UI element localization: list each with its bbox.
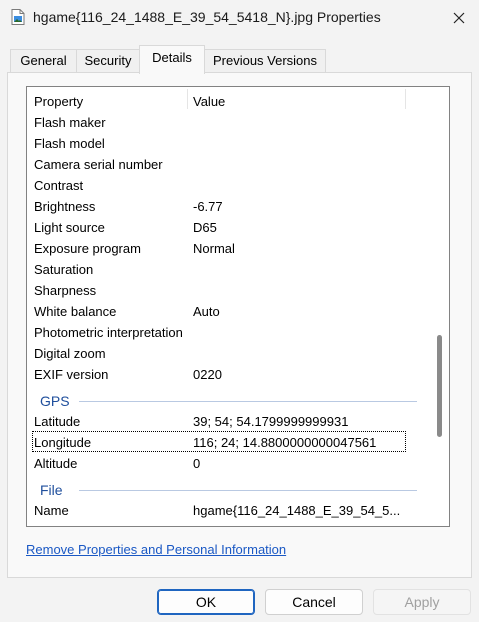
property-row[interactable]: Photometric interpretation [27, 321, 433, 342]
property-row[interactable]: Camera serial number [27, 153, 433, 174]
tab-previous-versions[interactable]: Previous Versions [204, 49, 326, 73]
cancel-button[interactable]: Cancel [265, 589, 363, 615]
tab-general[interactable]: General [10, 49, 77, 73]
tab-strip: General Security Details Previous Versio… [8, 45, 471, 74]
group-label: File [40, 482, 63, 498]
property-value: 0 [193, 456, 201, 471]
apply-button[interactable]: Apply [373, 589, 471, 615]
vertical-scrollbar[interactable] [433, 87, 449, 526]
group-label: GPS [40, 393, 70, 409]
property-value: 0220 [193, 367, 222, 382]
close-icon [453, 12, 464, 24]
close-button[interactable] [438, 0, 479, 36]
property-name: Latitude [34, 414, 81, 429]
property-name: White balance [34, 304, 117, 319]
property-name: Exposure program [34, 241, 141, 256]
group-divider [79, 490, 417, 491]
scrollbar-thumb[interactable] [437, 335, 442, 437]
property-value: 39; 54; 54.1799999999931 [193, 414, 349, 429]
property-row[interactable]: Exposure program Normal [27, 237, 433, 258]
column-divider[interactable] [187, 89, 188, 109]
property-name: Camera serial number [34, 157, 163, 172]
property-name: Flash maker [34, 115, 106, 130]
column-header-value[interactable]: Value [193, 94, 225, 109]
tab-details[interactable]: Details [139, 45, 205, 74]
property-name: Brightness [34, 199, 96, 214]
property-name: Longitude [34, 435, 92, 450]
property-value: -6.77 [193, 199, 223, 214]
property-value: D65 [193, 220, 217, 235]
property-row[interactable]: Sharpness [27, 279, 433, 300]
property-row[interactable]: White balance Auto [27, 300, 433, 321]
tab-security[interactable]: Security [76, 49, 140, 73]
title-bar: hgame{116_24_1488_E_39_54_5418_N}.jpg Pr… [0, 0, 479, 36]
group-header-gps: GPS [27, 388, 433, 412]
property-name: Digital zoom [34, 346, 106, 361]
property-value: Auto [193, 304, 220, 319]
button-bar: OK Cancel Apply [0, 578, 479, 622]
property-name: Flash model [34, 136, 105, 151]
property-row[interactable]: Altitude 0 [27, 452, 433, 473]
remove-properties-link[interactable]: Remove Properties and Personal Informati… [26, 542, 286, 557]
window-title: hgame{116_24_1488_E_39_54_5418_N}.jpg Pr… [33, 9, 381, 25]
property-row[interactable]: Name hgame{116_24_1488_E_39_54_5... [27, 499, 433, 520]
property-row[interactable]: EXIF version 0220 [27, 363, 433, 384]
property-name: Contrast [34, 178, 84, 193]
property-name: Altitude [34, 456, 78, 471]
property-value: Normal [193, 241, 235, 256]
property-row[interactable]: Latitude 39; 54; 54.1799999999931 [27, 410, 433, 431]
property-name: Saturation [34, 262, 94, 277]
property-value: 116; 24; 14.8800000000047561 [193, 435, 377, 450]
list-header: Property Value [27, 87, 433, 109]
property-row[interactable]: Saturation [27, 258, 433, 279]
group-header-file: File [27, 477, 433, 501]
group-divider [79, 401, 417, 402]
column-divider[interactable] [405, 89, 406, 109]
property-value: hgame{116_24_1488_E_39_54_5... [193, 503, 401, 518]
property-name: Light source [34, 220, 105, 235]
property-name: Photometric interpretation [34, 325, 183, 340]
image-file-icon [11, 9, 25, 25]
property-row[interactable]: Brightness -6.77 [27, 195, 433, 216]
property-name: Sharpness [34, 283, 97, 298]
properties-list[interactable]: Property Value Flash maker Flash model Cam… [26, 86, 450, 527]
property-row[interactable]: Light source D65 [27, 216, 433, 237]
column-header-property[interactable]: Property [34, 94, 83, 109]
property-row[interactable]: Flash maker [27, 111, 433, 132]
property-row[interactable]: Flash model [27, 132, 433, 153]
property-row[interactable]: Digital zoom [27, 342, 433, 363]
property-name: EXIF version [34, 367, 109, 382]
ok-button[interactable]: OK [157, 589, 255, 615]
property-name: Name [34, 503, 69, 518]
property-row[interactable]: Longitude 116; 24; 14.8800000000047561 [27, 431, 433, 452]
property-row[interactable]: Contrast [27, 174, 433, 195]
